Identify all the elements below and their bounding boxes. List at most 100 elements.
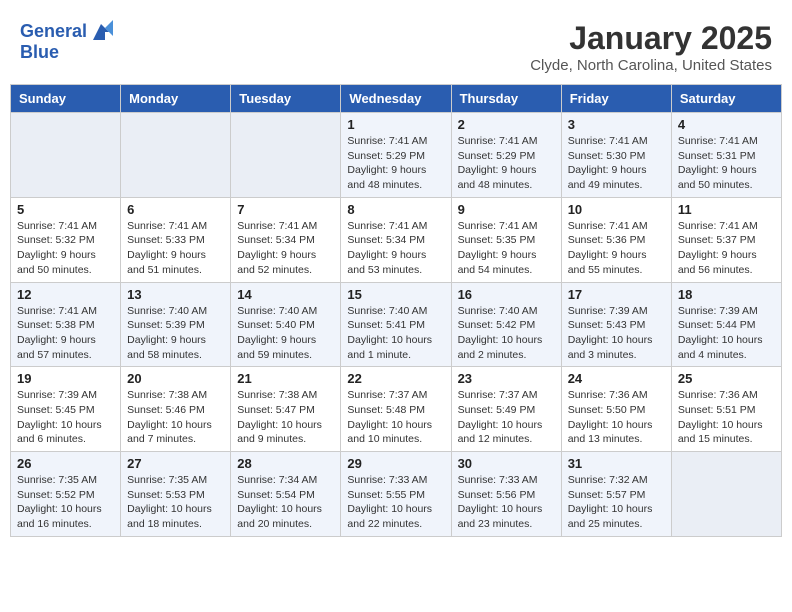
- calendar-week-row: 5 Sunrise: 7:41 AM Sunset: 5:32 PM Daylig…: [11, 197, 782, 282]
- calendar-day-cell: 26 Sunrise: 7:35 AM Sunset: 5:52 PM Dayli…: [11, 452, 121, 537]
- calendar-day-cell: 17Sunrise: 7:39 AM Sunset: 5:43 PM Dayli…: [561, 282, 671, 367]
- calendar-day-cell: 20 Sunrise: 7:38 AM Sunset: 5:46 PM Dayli…: [121, 367, 231, 452]
- day-info: Sunrise: 7:41 AM Sunset: 5:34 PM Dayligh…: [237, 219, 334, 278]
- day-number: 23: [458, 371, 555, 386]
- calendar-day-cell: 23 Sunrise: 7:37 AM Sunset: 5:49 PM Dayli…: [451, 367, 561, 452]
- day-number: 7: [237, 202, 334, 217]
- day-info: Sunrise: 7:40 AM Sunset: 5:40 PM Dayligh…: [237, 304, 334, 363]
- day-info: Sunrise: 7:41 AM Sunset: 5:29 PM Dayligh…: [347, 134, 444, 193]
- day-number: 6: [127, 202, 224, 217]
- weekday-header: Tuesday: [231, 85, 341, 113]
- day-number: 4: [678, 117, 775, 132]
- calendar-week-row: 1Sunrise: 7:41 AM Sunset: 5:29 PM Daylig…: [11, 113, 782, 198]
- weekday-header: Sunday: [11, 85, 121, 113]
- calendar-day-cell: 24 Sunrise: 7:36 AM Sunset: 5:50 PM Dayli…: [561, 367, 671, 452]
- day-info: Sunrise: 7:41 AM Sunset: 5:29 PM Dayligh…: [458, 134, 555, 193]
- day-info: Sunrise: 7:41 AM Sunset: 5:33 PM Dayligh…: [127, 219, 224, 278]
- weekday-header: Friday: [561, 85, 671, 113]
- calendar-day-cell: 16Sunrise: 7:40 AM Sunset: 5:42 PM Dayli…: [451, 282, 561, 367]
- day-info: Sunrise: 7:38 AM Sunset: 5:47 PM Dayligh…: [237, 388, 334, 447]
- calendar-day-cell: 6 Sunrise: 7:41 AM Sunset: 5:33 PM Daylig…: [121, 197, 231, 282]
- day-number: 13: [127, 287, 224, 302]
- day-number: 2: [458, 117, 555, 132]
- day-number: 31: [568, 456, 665, 471]
- logo-icon: [89, 20, 113, 44]
- calendar-day-cell: [231, 113, 341, 198]
- day-info: Sunrise: 7:35 AM Sunset: 5:52 PM Dayligh…: [17, 473, 114, 532]
- calendar-day-cell: 3 Sunrise: 7:41 AM Sunset: 5:30 PM Daylig…: [561, 113, 671, 198]
- day-info: Sunrise: 7:34 AM Sunset: 5:54 PM Dayligh…: [237, 473, 334, 532]
- day-number: 25: [678, 371, 775, 386]
- day-info: Sunrise: 7:41 AM Sunset: 5:31 PM Dayligh…: [678, 134, 775, 193]
- calendar-day-cell: 2 Sunrise: 7:41 AM Sunset: 5:29 PM Daylig…: [451, 113, 561, 198]
- day-number: 30: [458, 456, 555, 471]
- calendar-day-cell: 30 Sunrise: 7:33 AM Sunset: 5:56 PM Dayli…: [451, 452, 561, 537]
- day-info: Sunrise: 7:33 AM Sunset: 5:55 PM Dayligh…: [347, 473, 444, 532]
- day-info: Sunrise: 7:39 AM Sunset: 5:45 PM Dayligh…: [17, 388, 114, 447]
- day-info: Sunrise: 7:41 AM Sunset: 5:32 PM Dayligh…: [17, 219, 114, 278]
- calendar-day-cell: [11, 113, 121, 198]
- calendar-day-cell: [671, 452, 781, 537]
- calendar-day-cell: 7 Sunrise: 7:41 AM Sunset: 5:34 PM Daylig…: [231, 197, 341, 282]
- day-number: 24: [568, 371, 665, 386]
- day-number: 20: [127, 371, 224, 386]
- calendar-day-cell: 27Sunrise: 7:35 AM Sunset: 5:53 PM Dayli…: [121, 452, 231, 537]
- calendar-day-cell: 29 Sunrise: 7:33 AM Sunset: 5:55 PM Dayli…: [341, 452, 451, 537]
- day-number: 11: [678, 202, 775, 217]
- location-subtitle: Clyde, North Carolina, United States: [530, 57, 772, 74]
- day-info: Sunrise: 7:32 AM Sunset: 5:57 PM Dayligh…: [568, 473, 665, 532]
- day-number: 10: [568, 202, 665, 217]
- day-info: Sunrise: 7:36 AM Sunset: 5:51 PM Dayligh…: [678, 388, 775, 447]
- title-block: January 2025 Clyde, North Carolina, Unit…: [530, 20, 772, 74]
- calendar-day-cell: 9Sunrise: 7:41 AM Sunset: 5:35 PM Daylig…: [451, 197, 561, 282]
- calendar-day-cell: 10 Sunrise: 7:41 AM Sunset: 5:36 PM Dayli…: [561, 197, 671, 282]
- calendar-week-row: 19Sunrise: 7:39 AM Sunset: 5:45 PM Dayli…: [11, 367, 782, 452]
- day-info: Sunrise: 7:41 AM Sunset: 5:36 PM Dayligh…: [568, 219, 665, 278]
- day-info: Sunrise: 7:33 AM Sunset: 5:56 PM Dayligh…: [458, 473, 555, 532]
- weekday-header: Saturday: [671, 85, 781, 113]
- day-info: Sunrise: 7:36 AM Sunset: 5:50 PM Dayligh…: [568, 388, 665, 447]
- day-info: Sunrise: 7:41 AM Sunset: 5:34 PM Dayligh…: [347, 219, 444, 278]
- calendar-day-cell: 28 Sunrise: 7:34 AM Sunset: 5:54 PM Dayli…: [231, 452, 341, 537]
- calendar-day-cell: 13 Sunrise: 7:40 AM Sunset: 5:39 PM Dayli…: [121, 282, 231, 367]
- day-info: Sunrise: 7:41 AM Sunset: 5:30 PM Dayligh…: [568, 134, 665, 193]
- day-number: 27: [127, 456, 224, 471]
- month-title: January 2025: [530, 20, 772, 57]
- calendar-day-cell: 1Sunrise: 7:41 AM Sunset: 5:29 PM Daylig…: [341, 113, 451, 198]
- calendar-day-cell: 15Sunrise: 7:40 AM Sunset: 5:41 PM Dayli…: [341, 282, 451, 367]
- day-number: 26: [17, 456, 114, 471]
- day-info: Sunrise: 7:41 AM Sunset: 5:37 PM Dayligh…: [678, 219, 775, 278]
- day-info: Sunrise: 7:39 AM Sunset: 5:44 PM Dayligh…: [678, 304, 775, 363]
- calendar-day-cell: 8Sunrise: 7:41 AM Sunset: 5:34 PM Daylig…: [341, 197, 451, 282]
- calendar-table: SundayMondayTuesdayWednesdayThursdayFrid…: [10, 84, 782, 537]
- logo: General Blue: [20, 20, 113, 63]
- calendar-day-cell: 25 Sunrise: 7:36 AM Sunset: 5:51 PM Dayli…: [671, 367, 781, 452]
- weekday-header: Thursday: [451, 85, 561, 113]
- calendar-day-cell: 21 Sunrise: 7:38 AM Sunset: 5:47 PM Dayli…: [231, 367, 341, 452]
- day-info: Sunrise: 7:38 AM Sunset: 5:46 PM Dayligh…: [127, 388, 224, 447]
- day-number: 28: [237, 456, 334, 471]
- day-number: 21: [237, 371, 334, 386]
- calendar-day-cell: 11 Sunrise: 7:41 AM Sunset: 5:37 PM Dayli…: [671, 197, 781, 282]
- day-info: Sunrise: 7:41 AM Sunset: 5:38 PM Dayligh…: [17, 304, 114, 363]
- calendar-day-cell: [121, 113, 231, 198]
- day-number: 12: [17, 287, 114, 302]
- day-number: 3: [568, 117, 665, 132]
- day-info: Sunrise: 7:37 AM Sunset: 5:49 PM Dayligh…: [458, 388, 555, 447]
- calendar-day-cell: 31 Sunrise: 7:32 AM Sunset: 5:57 PM Dayli…: [561, 452, 671, 537]
- day-number: 17: [568, 287, 665, 302]
- day-number: 16: [458, 287, 555, 302]
- calendar-day-cell: 14Sunrise: 7:40 AM Sunset: 5:40 PM Dayli…: [231, 282, 341, 367]
- day-number: 15: [347, 287, 444, 302]
- calendar-header-row: SundayMondayTuesdayWednesdayThursdayFrid…: [11, 85, 782, 113]
- calendar-week-row: 26 Sunrise: 7:35 AM Sunset: 5:52 PM Dayli…: [11, 452, 782, 537]
- logo-blue: Blue: [20, 42, 59, 62]
- logo-text: General: [20, 22, 87, 42]
- day-info: Sunrise: 7:40 AM Sunset: 5:39 PM Dayligh…: [127, 304, 224, 363]
- weekday-header: Wednesday: [341, 85, 451, 113]
- weekday-header: Monday: [121, 85, 231, 113]
- day-number: 9: [458, 202, 555, 217]
- day-number: 29: [347, 456, 444, 471]
- calendar-day-cell: 19Sunrise: 7:39 AM Sunset: 5:45 PM Dayli…: [11, 367, 121, 452]
- day-number: 5: [17, 202, 114, 217]
